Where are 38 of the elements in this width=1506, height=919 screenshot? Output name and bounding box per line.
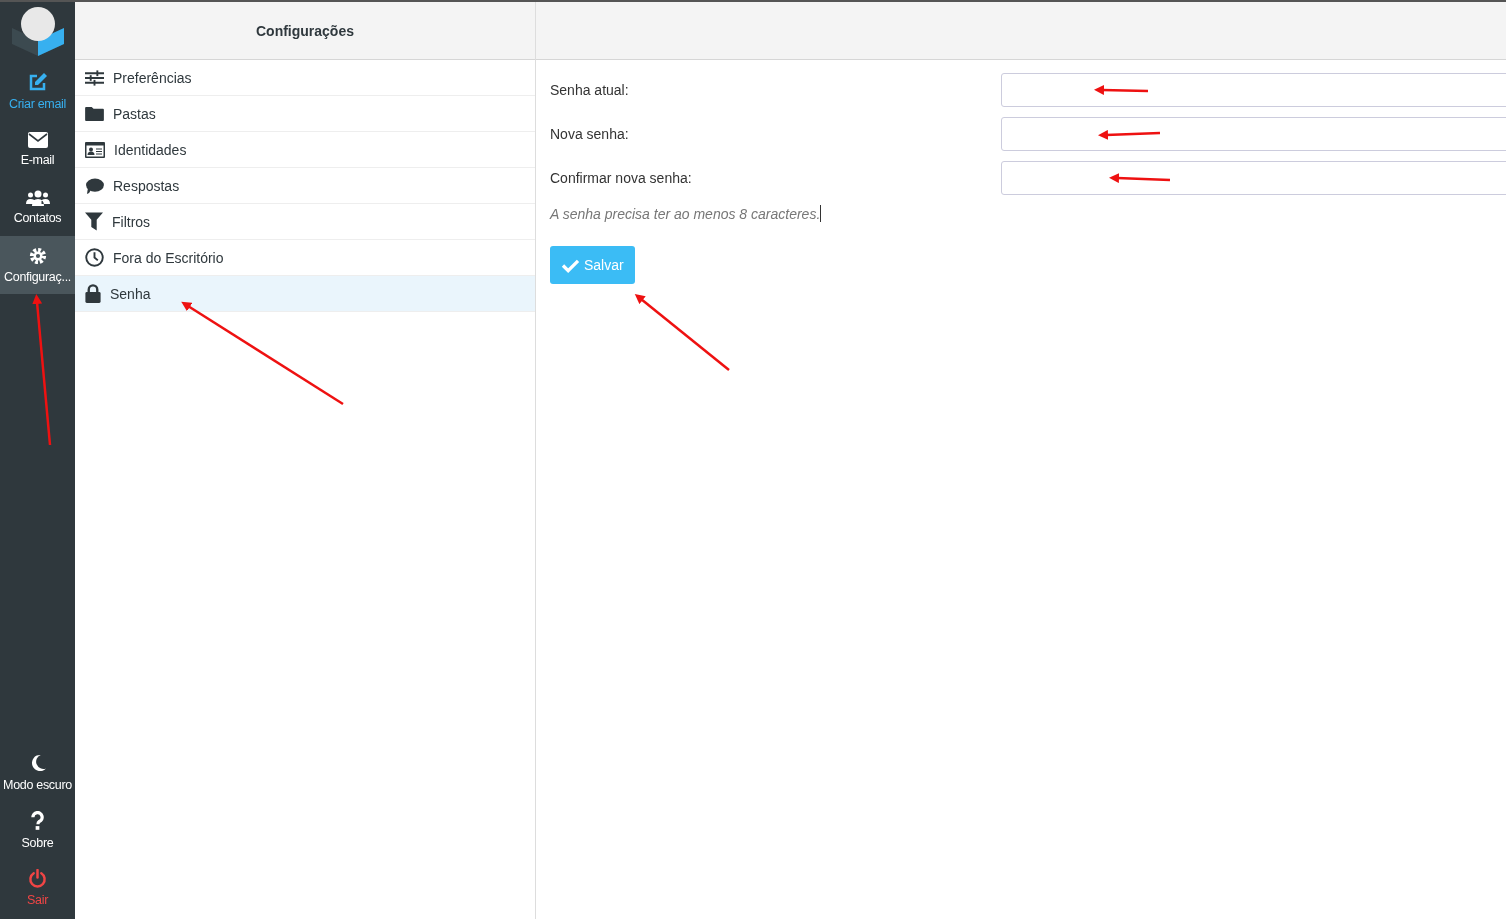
id-card-icon [85,141,105,158]
settings-item[interactable]: Pastas [75,96,535,132]
power-icon [28,869,47,888]
panel-title: Configurações [256,22,354,39]
checkmark-icon [561,257,580,273]
nav-item[interactable]: Contatos [0,178,75,236]
clock-icon [85,248,104,267]
annotation-arrow [1098,129,1161,140]
users-icon [25,189,50,206]
nav-item[interactable]: Modo escuro [0,743,75,801]
folder-icon [85,106,104,121]
annotation-arrow [1109,173,1171,184]
nav-item[interactable]: Sobre [0,801,75,859]
lock-icon [85,284,101,303]
field-label: Nova senha: [550,126,630,142]
envelope-icon [27,131,48,148]
settings-icon [28,246,47,265]
filter-icon [85,212,103,231]
password-field[interactable] [1001,161,1506,195]
compose-icon [27,71,48,92]
annotation-arrow [1094,85,1149,96]
sliders-icon [85,69,104,86]
speech-bubble-icon [85,177,104,194]
settings-item[interactable]: Senha [75,276,535,312]
nav-item[interactable]: Criar email [0,62,75,120]
nav-item[interactable]: Configuraç... [0,236,75,294]
logo-icon [10,6,65,56]
hint-text: A senha precisa ter ao menos 8 caracteres. [550,205,823,222]
field-label: Confirmar nova senha: [550,170,693,186]
password-field[interactable] [1001,73,1506,107]
settings-item[interactable]: Preferências [75,60,535,96]
question-icon [31,810,44,831]
settings-item[interactable]: Respostas [75,168,535,204]
settings-item[interactable]: Identidades [75,132,535,168]
settings-item[interactable]: Filtros [75,204,535,240]
field-label: Senha atual: [550,82,630,98]
nav-item[interactable]: E-mail [0,120,75,178]
password-field[interactable] [1001,117,1506,151]
